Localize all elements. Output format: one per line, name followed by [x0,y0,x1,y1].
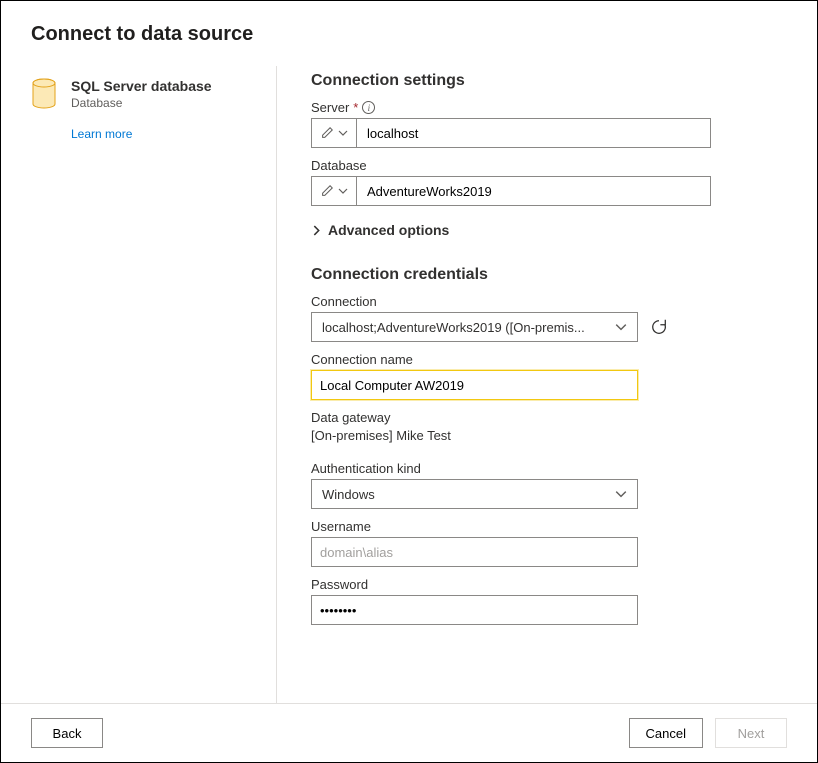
connection-credentials-heading: Connection credentials [311,266,787,284]
advanced-options-toggle[interactable]: Advanced options [311,222,787,238]
database-edit-mode-dropdown[interactable] [311,176,356,206]
footer: Back Cancel Next [1,703,817,762]
learn-more-link[interactable]: Learn more [71,127,276,141]
chevron-right-icon [311,225,322,236]
required-asterisk: * [353,100,358,115]
pencil-icon [320,184,334,198]
database-icon [31,78,59,113]
connection-name-input[interactable] [311,370,638,400]
pencil-icon [320,126,334,140]
datasource-title: SQL Server database [71,78,212,94]
server-label: Server * i [311,100,787,115]
username-label: Username [311,519,787,534]
connection-settings-heading: Connection settings [311,72,787,90]
auth-kind-label: Authentication kind [311,461,787,476]
username-input[interactable] [311,537,638,567]
sidebar: SQL Server database Database Learn more [31,66,277,703]
page-title: Connect to data source [31,23,787,46]
password-input[interactable] [311,595,638,625]
connection-name-label: Connection name [311,352,787,367]
chevron-down-icon [338,128,348,138]
datasource-subtitle: Database [71,96,212,110]
cancel-button[interactable]: Cancel [629,718,703,748]
refresh-button[interactable] [650,318,668,336]
data-gateway-label: Data gateway [311,410,787,425]
refresh-icon [650,318,668,336]
database-label: Database [311,158,787,173]
server-input[interactable] [356,118,711,148]
main-panel: Connection settings Server * i Database [277,66,787,703]
chevron-down-icon [615,488,627,500]
server-edit-mode-dropdown[interactable] [311,118,356,148]
chevron-down-icon [338,186,348,196]
next-button: Next [715,718,787,748]
database-input[interactable] [356,176,711,206]
chevron-down-icon [615,321,627,333]
auth-kind-select[interactable]: Windows [311,479,638,509]
password-label: Password [311,577,787,592]
data-gateway-value: [On-premises] Mike Test [311,428,787,443]
connection-select[interactable]: localhost;AdventureWorks2019 ([On-premis… [311,312,638,342]
connection-label: Connection [311,294,787,309]
info-icon[interactable]: i [362,101,375,114]
back-button[interactable]: Back [31,718,103,748]
